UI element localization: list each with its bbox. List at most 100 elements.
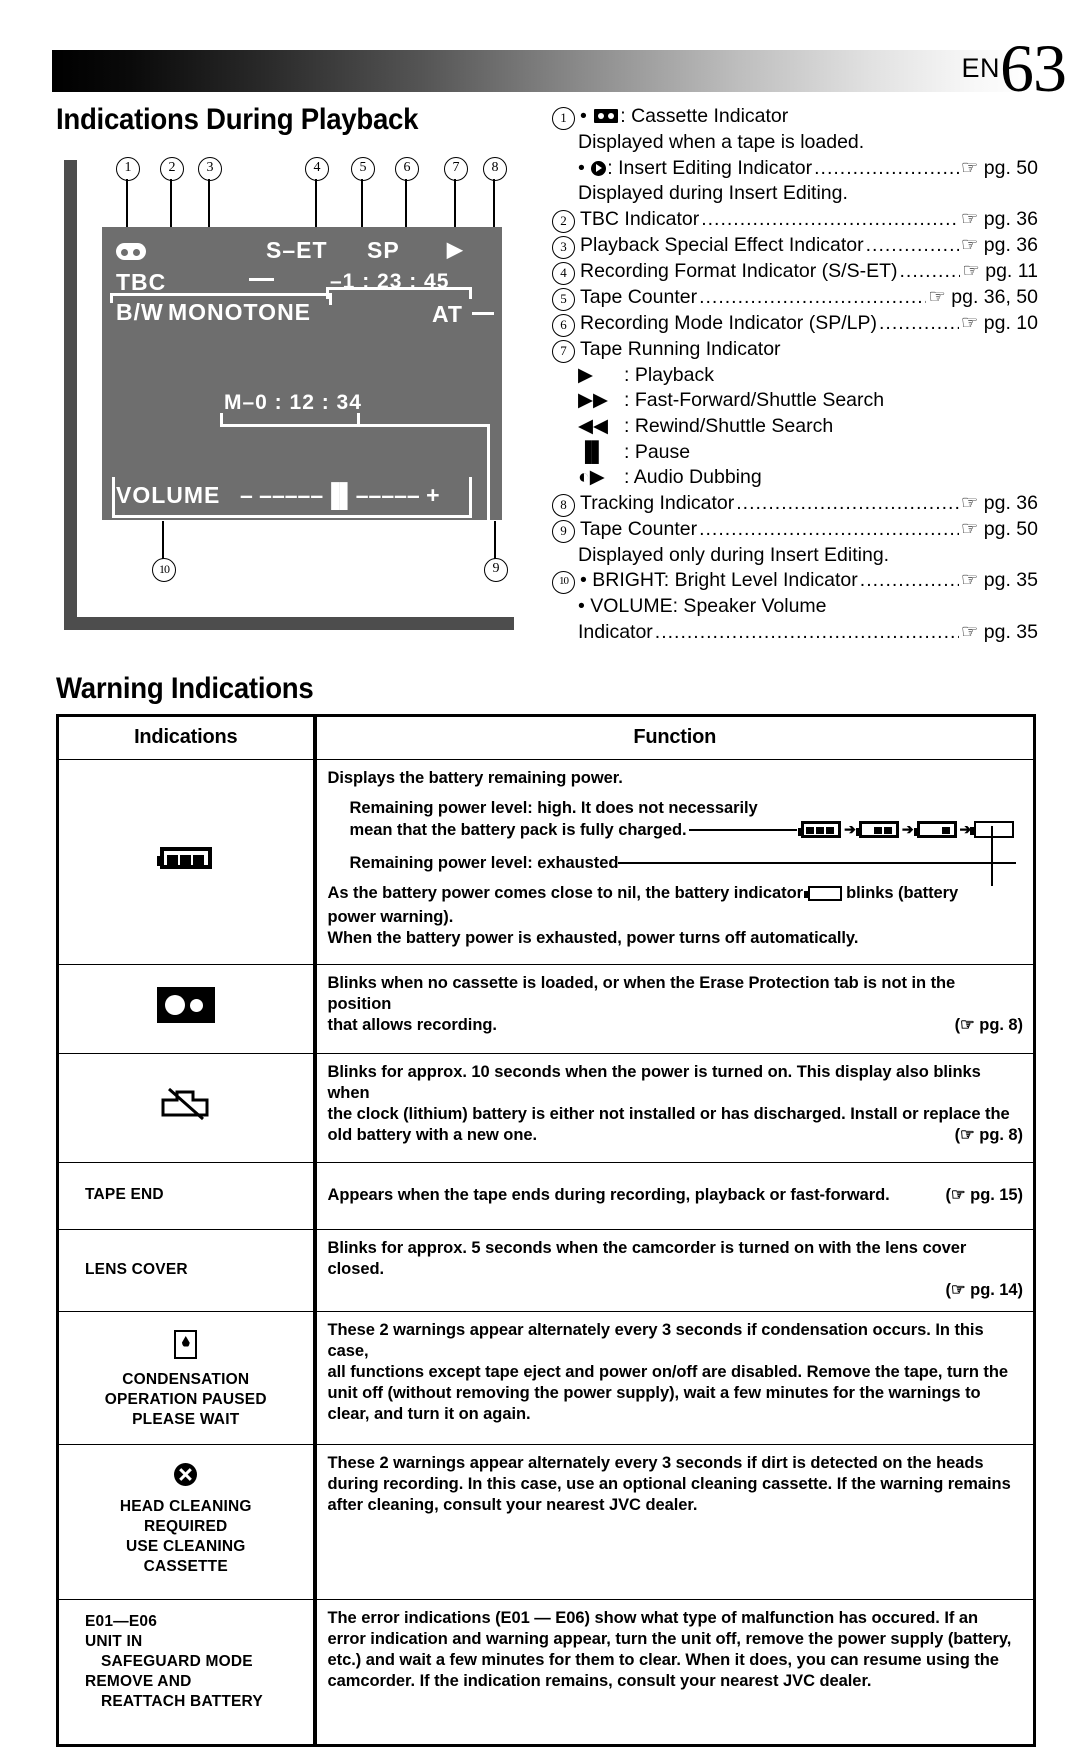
- legend-label: : Insert Editing Indicator: [607, 156, 813, 179]
- function-cell: Blinks when no cassette is loaded, or wh…: [312, 964, 1034, 1054]
- legend-label: : Fast-Forward/Shuttle Search: [624, 389, 885, 412]
- indication-label: PLEASE WAIT: [132, 1411, 240, 1428]
- function-line: The error indications (E01 — E06) show w…: [327, 1609, 979, 1627]
- legend-item: Displayed only during Insert Editing.: [552, 543, 1038, 569]
- function-line: Appears when the tape ends during record…: [327, 1185, 890, 1204]
- callout-4: 4: [305, 157, 329, 181]
- callout-8: 8: [483, 157, 507, 181]
- legend-label: : Pause: [624, 440, 691, 463]
- osd-tracking-indicator: AT: [432, 301, 463, 327]
- legend-number: 4: [552, 261, 575, 285]
- indication-label: UNIT IN: [85, 1633, 143, 1650]
- legend-label: Recording Format Indicator (S/S-ET): [580, 259, 898, 282]
- legend-number: 6: [552, 313, 575, 337]
- page-reference: (☞ pg. 8): [954, 1126, 1023, 1144]
- function-cell: Appears when the tape ends during record…: [312, 1162, 1034, 1230]
- function-cell: These 2 warnings appear alternately ever…: [312, 1311, 1034, 1445]
- function-line: that allows recording.: [327, 1016, 497, 1034]
- osd-bracket-vol-bottom: [112, 515, 472, 518]
- function-line: unit off (without removing the power sup…: [327, 1384, 981, 1402]
- function-line: Blinks for approx. 5 seconds when the ca…: [327, 1239, 967, 1278]
- legend-item: ▐▌ : Pause: [552, 440, 1038, 466]
- indication-label: LENS COVER: [85, 1260, 188, 1278]
- page-number-value: 63: [1000, 30, 1067, 106]
- table-row: Blinks for approx. 10 seconds when the p…: [58, 1053, 1034, 1163]
- battery-leader-high: [688, 829, 797, 831]
- table-row: LENS COVER Blinks for approx. 5 seconds …: [58, 1229, 1034, 1312]
- legend-item: 6 Recording Mode Indicator (SP/LP) .....…: [552, 311, 1038, 337]
- callout-5: 5: [351, 157, 375, 181]
- indication-label: OPERATION PAUSED: [104, 1391, 267, 1408]
- osd-bw-indicator: B/W: [116, 299, 164, 325]
- legend-label: Tape Running Indicator: [580, 337, 781, 360]
- osd-leader-tbc: [249, 278, 274, 281]
- page-reference: (☞ pg. 15): [945, 1185, 1023, 1204]
- audio-dubbing-icon: ◐▶: [578, 466, 605, 489]
- function-line: camcorder. If the indication remains, co…: [327, 1672, 872, 1690]
- legend-item: ◀◀ : Rewind/Shuttle Search: [552, 414, 1038, 440]
- rewind-icon: ◀◀: [578, 414, 608, 437]
- legend-page-ref: ☞ pg. 36: [960, 491, 1038, 514]
- indication-cell: [58, 759, 315, 965]
- osd-monotone-indicator: MONOTONE: [168, 299, 312, 325]
- legend-item: ▶ : Playback: [552, 363, 1038, 389]
- legend-label: Recording Mode Indicator (SP/LP): [580, 311, 877, 334]
- osd-bracket-counter-top: [326, 287, 472, 290]
- indication-label: REMOVE AND: [85, 1673, 192, 1690]
- legend-list: 1 • : Cassette Indicator Displayed when …: [552, 104, 1038, 646]
- page-number: EN63: [961, 34, 1067, 102]
- page-reference: (☞ pg. 8): [954, 1016, 1023, 1034]
- function-line: Remaining power level: exhausted: [349, 854, 619, 872]
- page-prefix: EN: [961, 53, 1000, 83]
- legend-label: : Audio Dubbing: [624, 466, 762, 489]
- legend-label: : Rewind/Shuttle Search: [624, 414, 834, 437]
- function-line: These 2 warnings appear alternately ever…: [327, 1321, 984, 1360]
- osd-recording-mode: SP: [367, 237, 400, 263]
- legend-item: 10 • BRIGHT: Bright Level Indicator ....…: [552, 568, 1038, 595]
- legend-label: BRIGHT: Bright Level Indicator: [592, 569, 858, 592]
- legend-page-ref: ☞ pg. 36: [960, 233, 1038, 256]
- battery-level-diagram: ➔ ➔ ➔: [798, 821, 1015, 839]
- function-line: mean that the battery pack is fully char…: [349, 821, 687, 839]
- function-line: after cleaning, consult your nearest JVC…: [327, 1496, 698, 1514]
- legend-label: Playback Special Effect Indicator: [580, 233, 864, 256]
- leader-9: [494, 521, 496, 559]
- dot-leader: ........................................…: [899, 259, 961, 282]
- dot-leader: ........................................…: [878, 311, 959, 334]
- legend-item: 9 Tape Counter .........................…: [552, 517, 1038, 543]
- figure-frame-left: [64, 160, 77, 630]
- callout-3: 3: [198, 157, 222, 181]
- battery-empty-icon: [970, 821, 1015, 844]
- legend-page-ref: ☞ pg. 35: [960, 620, 1038, 643]
- osd-bracket-bw-right: [329, 293, 332, 305]
- function-line: during recording. In this case, use an o…: [327, 1475, 1011, 1493]
- function-line: As the battery power comes close to nil,…: [327, 884, 804, 902]
- indication-cell: [58, 1053, 315, 1163]
- legend-label: TBC Indicator: [580, 207, 700, 230]
- legend-number: 1: [552, 107, 575, 130]
- osd-volume-label: VOLUME: [116, 482, 221, 508]
- callout-2: 2: [160, 157, 184, 181]
- legend-item: ◐▶ : Audio Dubbing: [552, 465, 1038, 491]
- head-cleaning-icon: [174, 1463, 198, 1486]
- table-row: Displays the battery remaining power. Re…: [58, 759, 1034, 965]
- legend-number: 2: [552, 209, 575, 233]
- osd-tbc-indicator: TBC: [116, 269, 167, 295]
- function-line: clear, and turn it on again.: [327, 1405, 531, 1423]
- legend-item: • VOLUME: Speaker Volume: [578, 595, 827, 618]
- battery-2-bar-icon: [855, 821, 899, 844]
- column-header-indications: Indications: [58, 716, 315, 760]
- function-cell: Blinks for approx. 5 seconds when the ca…: [312, 1229, 1034, 1312]
- legend-label: Tape Counter: [580, 285, 698, 308]
- osd-recording-format: S–ET: [266, 237, 328, 263]
- function-cell: These 2 warnings appear alternately ever…: [312, 1444, 1034, 1600]
- indication-cell: [58, 964, 315, 1054]
- legend-number: 7: [552, 339, 575, 363]
- legend-item: ▶▶ : Fast-Forward/Shuttle Search: [552, 388, 1038, 414]
- callout-6: 6: [395, 157, 419, 181]
- function-line: These 2 warnings appear alternately ever…: [327, 1454, 984, 1472]
- osd-bracket-counter-right: [469, 287, 472, 299]
- function-line: error indication and warning appear, tur…: [327, 1630, 1012, 1648]
- legend-item: • : Insert Editing Indicator ...........…: [552, 156, 1038, 182]
- cassette-warning-icon: [156, 987, 215, 1023]
